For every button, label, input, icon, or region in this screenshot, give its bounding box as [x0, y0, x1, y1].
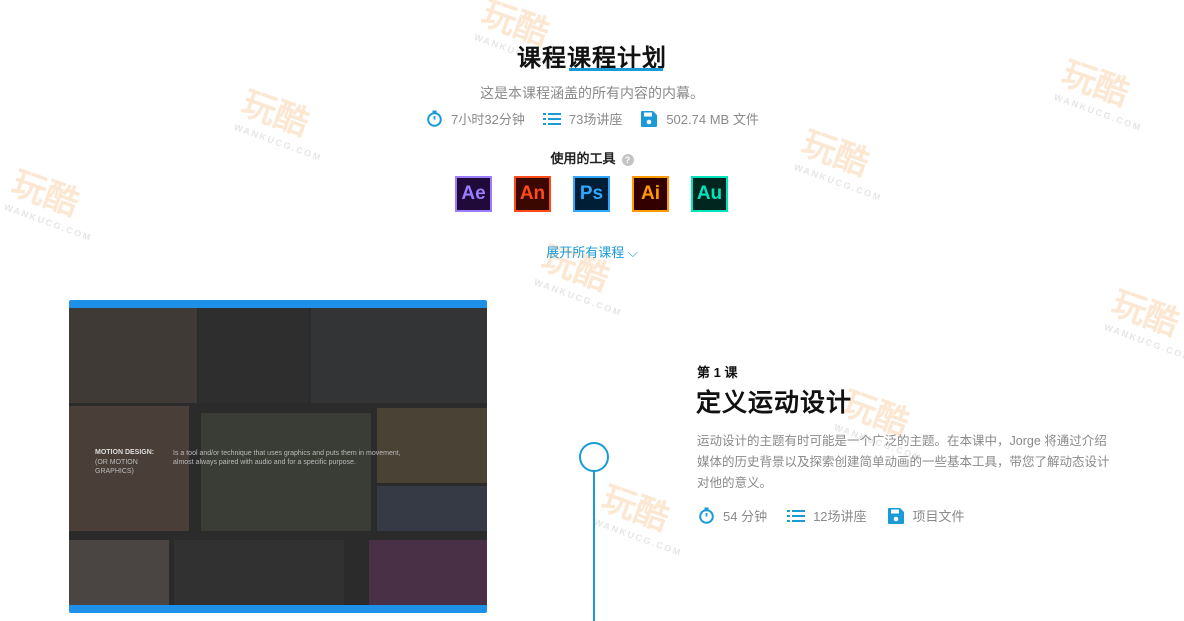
duration-text: 7小时32分钟 — [451, 112, 525, 127]
lesson-description: 运动设计的主题有时可能是一个广泛的主题。在本课中，Jorge 将通过介绍媒体的历… — [697, 434, 1110, 490]
page-subtitle: 这是本课程涵盖的所有内容的内幕。 — [480, 85, 704, 101]
thumb-tile — [69, 540, 169, 605]
thumb-tile — [201, 413, 371, 531]
lesson-title[interactable]: 定义运动设计 — [696, 383, 852, 419]
thumb-tile — [369, 540, 487, 605]
duration-stat: 7小时32分钟 — [425, 109, 525, 128]
tool-icon-an: An — [514, 176, 551, 212]
tools-heading: 使用的工具? — [0, 148, 1184, 167]
files-text: 502.74 MB 文件 — [666, 112, 759, 127]
save-icon — [887, 507, 905, 525]
expand-all-lessons-link[interactable]: 展开所有课程 ⌵ — [0, 242, 1184, 261]
thumb-tile — [199, 308, 309, 403]
tools-label: 使用的工具 — [550, 151, 616, 166]
lesson-duration-text: 54 分钟 — [723, 509, 768, 524]
thumb-tile — [69, 308, 197, 403]
timeline-node — [579, 442, 609, 472]
lesson-stats: 54 分钟 12场讲座 项目文件 — [697, 506, 965, 525]
tool-icon-au: Au — [691, 176, 728, 212]
save-icon — [640, 110, 658, 128]
lesson-duration-stat: 54 分钟 — [697, 506, 767, 525]
tools-list: Ae An Ps Ai Au — [455, 176, 728, 212]
stopwatch-icon — [425, 110, 443, 128]
help-icon[interactable]: ? — [621, 153, 634, 166]
lesson-lectures-text: 12场讲座 — [813, 509, 867, 524]
lesson-thumbnail[interactable]: MOTION DESIGN: (OR MOTION GRAPHICS) Is a… — [69, 300, 487, 613]
lesson-files-stat[interactable]: 项目文件 — [887, 506, 965, 525]
watermark: 玩酷 WANKUCG.COM — [2, 164, 94, 244]
thumb-tile — [311, 308, 487, 403]
stopwatch-icon — [697, 507, 715, 525]
lectures-text: 73场讲座 — [568, 112, 623, 127]
timeline-line — [593, 470, 595, 621]
tool-icon-ae: Ae — [455, 176, 492, 212]
lesson-lectures-stat: 12场讲座 — [787, 506, 867, 525]
thumb-tile — [174, 540, 344, 605]
tool-icon-ai: Ai — [632, 176, 669, 212]
course-stats: 7小时32分钟 73场讲座 502.74 MB 文件 — [0, 109, 1184, 128]
lesson-number: 第 1 课 — [697, 365, 738, 380]
list-icon — [787, 507, 806, 525]
thumb-body: Is a tool and/or technique that uses gra… — [173, 450, 401, 466]
tool-icon-ps: Ps — [573, 176, 610, 212]
lectures-stat: 73场讲座 — [542, 109, 623, 128]
thumb-tile — [377, 408, 487, 483]
thumb-subheading: (OR MOTION GRAPHICS) — [95, 459, 138, 475]
list-icon — [542, 110, 561, 128]
files-stat: 502.74 MB 文件 — [640, 109, 759, 128]
lesson-files-text: 项目文件 — [912, 509, 965, 524]
thumb-heading: MOTION DESIGN: — [95, 449, 155, 456]
watermark: 玩酷 WANKUCG.COM — [1102, 284, 1184, 364]
watermark: 玩酷 WANKUCG.COM — [592, 479, 684, 559]
thumb-tile — [377, 486, 487, 531]
title-underline — [569, 68, 663, 71]
